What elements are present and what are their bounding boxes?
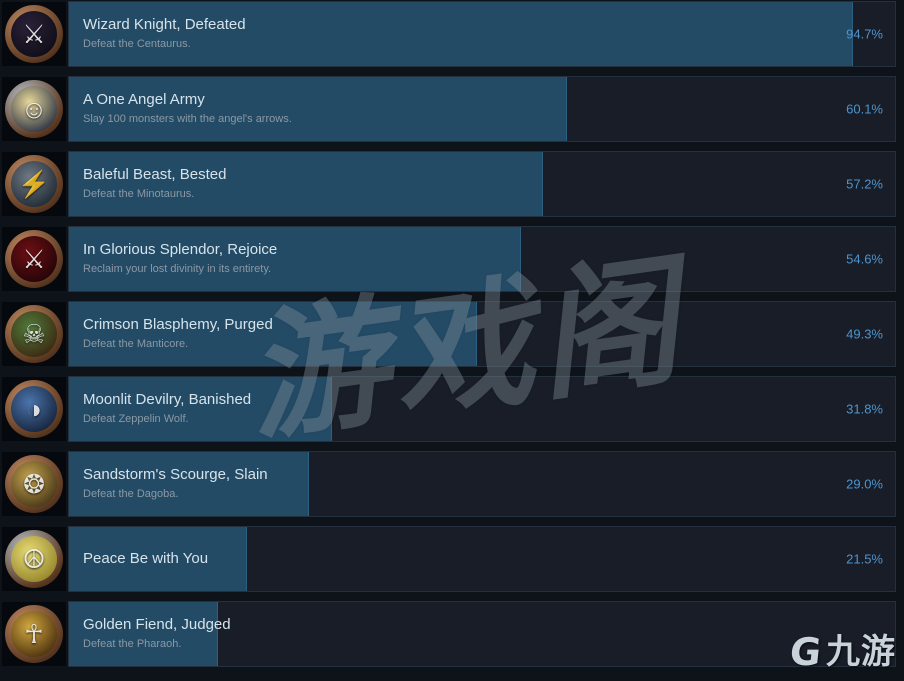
achievement-badge-ring: ☺: [5, 80, 63, 138]
achievement-row[interactable]: ☠ Crimson Blasphemy, Purged Defeat the Man…: [0, 300, 904, 370]
achievement-badge-art: ⚡: [11, 161, 57, 207]
achievement-badge-glyph: ◑: [26, 394, 42, 424]
achievement-progress-track: Crimson Blasphemy, Purged Defeat the Mant…: [68, 301, 896, 367]
wizard-knight-icon[interactable]: ⚔: [2, 2, 66, 66]
dagoba-icon[interactable]: ❂: [2, 452, 66, 516]
achievement-progress-track: Baleful Beast, Bested Defeat the Minotaur…: [68, 151, 896, 217]
achievement-badge-art: ☮: [11, 536, 57, 582]
angel-archer-icon[interactable]: ☺: [2, 77, 66, 141]
achievement-percent: 60.1%: [846, 101, 883, 117]
achievement-percent: 29.0%: [846, 476, 883, 492]
achievement-badge-glyph: ☺: [20, 94, 48, 124]
achievement-badge-ring: ❂: [5, 455, 63, 513]
achievement-badge-art: ⚔: [11, 236, 57, 282]
achievement-row[interactable]: ◑ Moonlit Devilry, Banished Defeat Zeppeli…: [0, 375, 904, 445]
peace-icon[interactable]: ☮: [2, 527, 66, 591]
achievement-percent: 21.5%: [846, 551, 883, 567]
achievement-badge-art: ☺: [11, 86, 57, 132]
achievement-badge-art: ❂: [11, 461, 57, 507]
achievement-percent: 54.6%: [846, 251, 883, 267]
achievement-progress-track: Wizard Knight, Defeated Defeat the Centau…: [68, 1, 896, 67]
achievement-badge-art: ⚔: [11, 11, 57, 57]
achievement-progress-track: Moonlit Devilry, Banished Defeat Zeppelin…: [68, 376, 896, 442]
achievement-progress-fill: [69, 227, 522, 291]
achievement-row[interactable]: ❂ Sandstorm's Scourge, Slain Defeat the Da…: [0, 450, 904, 520]
achievement-badge-art: ◑: [11, 386, 57, 432]
crossed-swords-icon[interactable]: ⚔: [2, 227, 66, 291]
achievement-row[interactable]: ☮ Peace Be with You 21.5%: [0, 525, 904, 595]
achievement-progress-fill: [69, 2, 854, 66]
achievement-badge-art: ☥: [11, 611, 57, 657]
achievement-progress-track: Sandstorm's Scourge, Slain Defeat the Dag…: [68, 451, 896, 517]
achievement-badge-ring: ☥: [5, 605, 63, 663]
achievement-badge-glyph: ⚔: [22, 19, 46, 49]
achievement-progress-fill: [69, 452, 310, 516]
minotaur-icon[interactable]: ⚡: [2, 152, 66, 216]
achievement-progress-fill: [69, 602, 219, 666]
achievement-badge-ring: ☮: [5, 530, 63, 588]
achievement-percent: 49.3%: [846, 326, 883, 342]
achievement-row[interactable]: ☺ A One Angel Army Slay 100 monsters with …: [0, 75, 904, 145]
achievement-row[interactable]: ☥ Golden Fiend, Judged Defeat the Pharaoh.: [0, 600, 904, 670]
achievement-progress-track: Golden Fiend, Judged Defeat the Pharaoh.: [68, 601, 896, 667]
zeppelin-wolf-icon[interactable]: ◑: [2, 377, 66, 441]
achievement-progress-fill: [69, 77, 567, 141]
achievement-progress-fill: [69, 377, 333, 441]
achievement-progress-fill: [69, 527, 248, 591]
achievement-row[interactable]: ⚔ In Glorious Splendor, Rejoice Reclaim yo…: [0, 225, 904, 295]
achievement-badge-ring: ⚔: [5, 5, 63, 63]
achievement-badge-ring: ◑: [5, 380, 63, 438]
achievement-row[interactable]: ⚡ Baleful Beast, Bested Defeat the Minotau…: [0, 150, 904, 220]
manticore-icon[interactable]: ☠: [2, 302, 66, 366]
achievement-progress-track: In Glorious Splendor, Rejoice Reclaim you…: [68, 226, 896, 292]
achievement-percent: 57.2%: [846, 176, 883, 192]
achievement-progress-fill: [69, 302, 478, 366]
achievement-row[interactable]: ⚔ Wizard Knight, Defeated Defeat the Centa…: [0, 0, 904, 70]
achievement-badge-glyph: ⚔: [22, 244, 46, 274]
achievement-badge-glyph: ⚡: [17, 169, 51, 199]
achievement-badge-ring: ⚡: [5, 155, 63, 213]
achievement-badge-art: ☠: [11, 311, 57, 357]
achievement-progress-track: Peace Be with You 21.5%: [68, 526, 896, 592]
achievement-progress-fill: [69, 152, 543, 216]
achievement-badge-glyph: ❂: [23, 469, 45, 499]
achievement-list: ⚔ Wizard Knight, Defeated Defeat the Centa…: [0, 0, 904, 681]
achievement-badge-ring: ☠: [5, 305, 63, 363]
achievement-percent: 31.8%: [846, 401, 883, 417]
achievement-badge-ring: ⚔: [5, 230, 63, 288]
achievement-percent: 94.7%: [846, 26, 883, 42]
achievement-badge-glyph: ☮: [22, 544, 46, 574]
pharaoh-icon[interactable]: ☥: [2, 602, 66, 666]
achievement-badge-glyph: ☠: [22, 319, 46, 349]
achievement-progress-track: A One Angel Army Slay 100 monsters with t…: [68, 76, 896, 142]
achievement-badge-glyph: ☥: [24, 619, 44, 649]
